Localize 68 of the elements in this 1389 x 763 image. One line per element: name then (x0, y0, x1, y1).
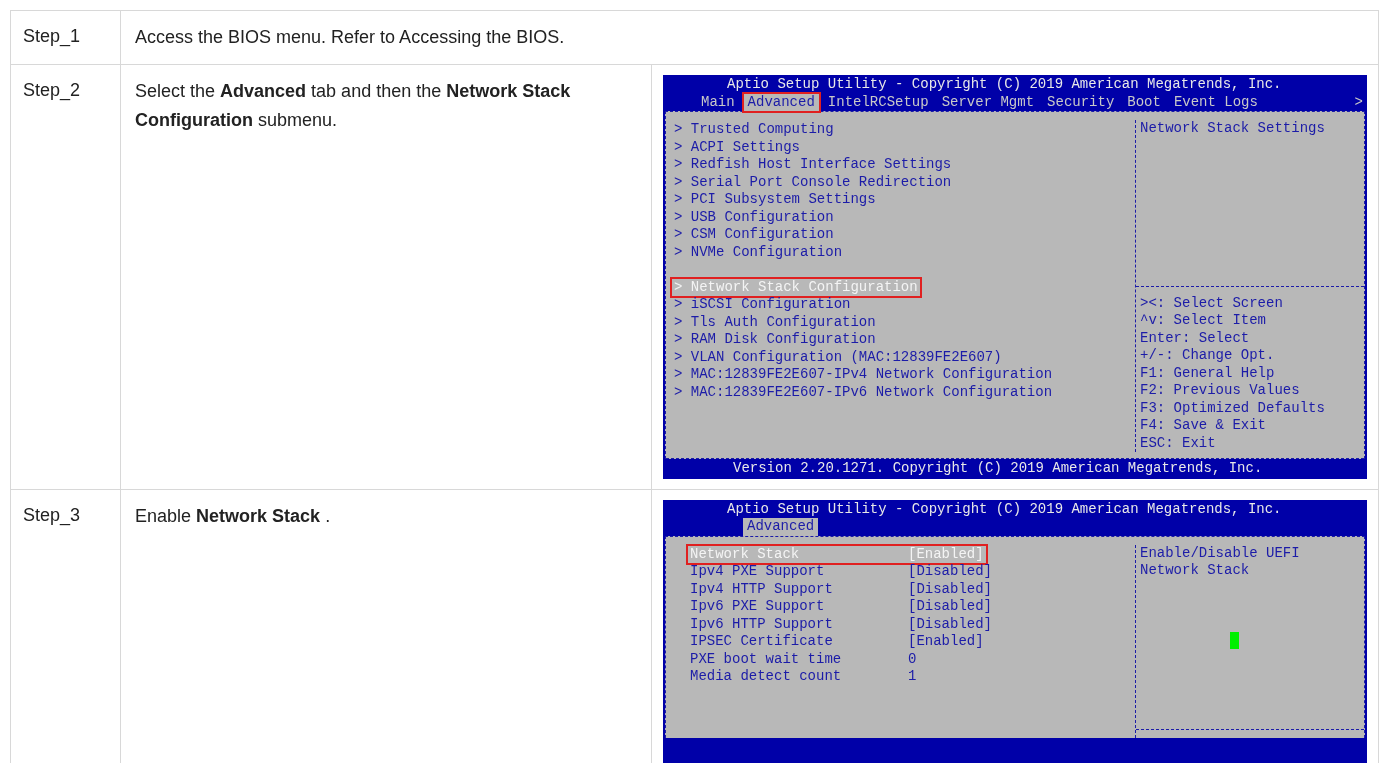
cursor-block (1230, 631, 1239, 649)
step-instruction: Select the Advanced tab and then the Network Stack Configuration submenu. (135, 81, 571, 130)
bios-setting-row[interactable]: Media detect count 1 (688, 668, 919, 686)
bios-menu-item[interactable]: > Tls Auth Configuration (672, 313, 878, 331)
bios-menu-item[interactable]: > iSCSI Configuration (672, 296, 853, 314)
bios-setting-row[interactable]: Ipv4 HTTP Support [Disabled] (688, 580, 994, 598)
setting-label: Network Stack (690, 545, 801, 563)
bios-menu-item[interactable]: > RAM Disk Configuration (672, 331, 878, 349)
more-tabs-arrow: > (1354, 93, 1363, 111)
bios-menu-item[interactable]: > MAC:12839FE2E607-IPv6 Network Configuration (672, 383, 1055, 401)
bios-setting-row[interactable]: IPSEC Certificate [Enabled] (688, 633, 986, 651)
step-label: Step_1 (23, 26, 81, 46)
help-text: Network Stack (1140, 562, 1251, 580)
bios-menu-item[interactable]: > Serial Port Console Redirection (672, 173, 954, 191)
bios-tab[interactable]: Boot (1123, 93, 1165, 111)
setting-value: [Disabled] (908, 598, 992, 616)
setting-label: Ipv6 PXE Support (690, 598, 826, 616)
setting-label: Ipv4 PXE Support (690, 563, 826, 581)
key-hint: ^v: Select Item (1140, 312, 1268, 330)
bios-menu-item[interactable]: > CSM Configuration (672, 226, 836, 244)
bios-tab[interactable]: Advanced (743, 518, 819, 536)
bios-tab[interactable]: Advanced (743, 93, 819, 111)
bios-menu-item[interactable]: > VLAN Configuration (MAC:12839FE2E607) (672, 348, 1004, 366)
bios-tab[interactable]: Server Mgmt (937, 93, 1039, 111)
step-instruction: Enable Network Stack . (135, 505, 331, 526)
bios-tab[interactable]: Security (1043, 93, 1119, 111)
setting-label: Ipv6 HTTP Support (690, 615, 834, 633)
help-text: Enable/Disable UEFI (1140, 544, 1301, 562)
key-hint: F2: Previous Values (1140, 382, 1301, 400)
setting-label: PXE boot wait time (690, 650, 843, 668)
bios-menu-item[interactable]: > USB Configuration (672, 208, 836, 226)
bios-setting-row[interactable]: Ipv6 PXE Support [Disabled] (688, 598, 994, 616)
setting-value: 0 (908, 650, 917, 668)
key-hint: F3: Optimized Defaults (1140, 399, 1326, 417)
setting-value: 1 (908, 668, 917, 686)
bios-tab[interactable]: IntelRCSetup (823, 93, 933, 111)
setting-value: [Disabled] (908, 615, 992, 633)
bios-tab[interactable]: Event Logs (1169, 93, 1262, 111)
setting-value: [Enabled] (908, 633, 984, 651)
bios-setting-row[interactable]: PXE boot wait time 0 (688, 650, 919, 668)
step-label: Step_3 (23, 504, 81, 525)
setting-label: Media detect count (690, 668, 843, 686)
key-hint: F4: Save & Exit (1140, 417, 1268, 435)
help-text: Network Stack Settings (1140, 120, 1326, 138)
bios-footer: Version 2.20.1271. Copyright (C) 2019 American Megatrends, Inc. (663, 459, 1367, 479)
bios-menu-item[interactable]: > ACPI Settings (672, 138, 803, 156)
bios-setting-row[interactable]: Ipv4 PXE Support [Disabled] (688, 563, 994, 581)
bios-menu-item[interactable]: > NVMe Configuration (672, 243, 845, 261)
key-hint: F1: General Help (1140, 364, 1276, 382)
setting-value: [Disabled] (908, 563, 992, 581)
setting-label: Ipv4 HTTP Support (690, 580, 834, 598)
key-hint: +/-: Change Opt. (1140, 347, 1276, 365)
step-label: Step_2 (23, 80, 81, 100)
key-hint: Enter: Select (1140, 329, 1251, 347)
bios-tab[interactable]: Main (697, 93, 739, 111)
bios-menu-item[interactable]: > Redfish Host Interface Settings (672, 156, 954, 174)
bios-menu-item[interactable]: > Trusted Computing (672, 121, 836, 139)
bios-title: Aptio Setup Utility - Copyright (C) 2019 American Megatrends, Inc. (726, 75, 1283, 94)
bios-menu-item[interactable]: > PCI Subsystem Settings (672, 191, 878, 209)
setting-label: IPSEC Certificate (690, 633, 834, 651)
key-hint: ><: Select Screen (1140, 294, 1284, 312)
step-instruction: Access the BIOS menu. Refer to Accessing the BIOS. (135, 27, 565, 47)
bios-title: Aptio Setup Utility - Copyright (C) 2019 American Megatrends, Inc. (726, 499, 1283, 518)
bios-menu-item[interactable]: > MAC:12839FE2E607-IPv4 Network Configuration (672, 366, 1055, 384)
key-hint: ESC: Exit (1140, 434, 1217, 452)
setting-value: [Enabled] (908, 545, 984, 563)
bios-setting-row[interactable]: Ipv6 HTTP Support [Disabled] (688, 615, 994, 633)
setting-value: [Disabled] (908, 580, 992, 598)
